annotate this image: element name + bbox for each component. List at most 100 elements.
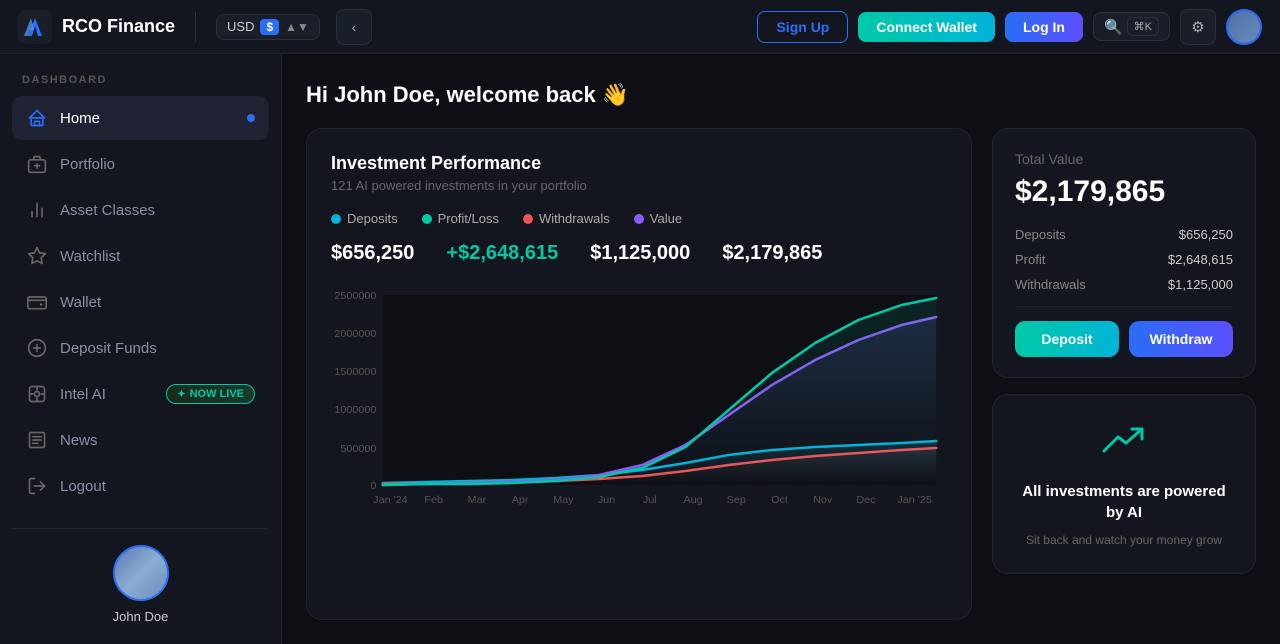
stat-value-total: $2,179,865 xyxy=(722,242,822,265)
watchlist-icon xyxy=(26,245,48,267)
sidebar-avatar xyxy=(113,545,169,601)
portfolio-icon xyxy=(26,153,48,175)
legend-label-withdrawals: Withdrawals xyxy=(539,211,610,226)
news-icon xyxy=(26,429,48,451)
svg-text:Jan '24: Jan '24 xyxy=(373,495,408,506)
legend-deposits: Deposits xyxy=(331,211,398,226)
header-right: Sign Up Connect Wallet Log In 🔍 ⌘K ⚙ xyxy=(757,9,1262,45)
legend-label-value: Value xyxy=(650,211,682,226)
sidebar-user: John Doe xyxy=(12,528,269,628)
settings-button[interactable]: ⚙ xyxy=(1180,9,1216,45)
sidebar-item-deposit-funds[interactable]: Deposit Funds xyxy=(12,326,269,370)
breakdown-withdrawals: Withdrawals $1,125,000 xyxy=(1015,277,1233,292)
divider xyxy=(1015,306,1233,307)
sidebar-item-portfolio[interactable]: Portfolio xyxy=(12,142,269,186)
sidebar-label-wallet: Wallet xyxy=(60,294,101,311)
svg-text:May: May xyxy=(553,495,574,506)
sidebar-item-wallet[interactable]: Wallet xyxy=(12,280,269,324)
logo-icon xyxy=(18,10,52,44)
svg-text:Jul: Jul xyxy=(643,495,657,506)
ai-card-subtitle: Sit back and watch your money grow xyxy=(1026,531,1222,549)
stats-row: $656,250 +$2,648,615 $1,125,000 $2,179,8… xyxy=(331,242,947,265)
legend-dot-profit xyxy=(422,214,432,224)
svg-text:Jan '25: Jan '25 xyxy=(897,495,932,506)
login-button[interactable]: Log In xyxy=(1005,12,1083,42)
breakdown-deposits: Deposits $656,250 xyxy=(1015,227,1233,242)
stat-withdrawals: $1,125,000 xyxy=(590,242,690,265)
sidebar-label-watchlist: Watchlist xyxy=(60,248,120,265)
header-left: RCO Finance USD $ ▲▼ ‹ xyxy=(18,9,372,45)
sidebar-item-asset-classes[interactable]: Asset Classes xyxy=(12,188,269,232)
avatar-image xyxy=(1228,11,1260,43)
investment-card-title: Investment Performance xyxy=(331,153,947,174)
breakdown-value-profit: $2,648,615 xyxy=(1168,252,1233,267)
sidebar-item-intel-ai[interactable]: Intel AI ✦ NOW LIVE xyxy=(12,372,269,416)
svg-text:Mar: Mar xyxy=(468,495,487,506)
svg-text:Jun: Jun xyxy=(598,495,616,506)
sidebar-label-home: Home xyxy=(60,110,100,127)
header-divider xyxy=(195,12,196,42)
investment-card-subtitle: 121 AI powered investments in your portf… xyxy=(331,178,947,193)
breakdown-value-withdrawals: $1,125,000 xyxy=(1168,277,1233,292)
currency-badge: $ xyxy=(260,19,279,35)
gear-icon: ⚙ xyxy=(1191,18,1204,36)
legend-row: Deposits Profit/Loss Withdrawals Value xyxy=(331,211,947,226)
investment-card: Investment Performance 121 AI powered in… xyxy=(306,128,972,620)
withdraw-button[interactable]: Withdraw xyxy=(1129,321,1233,357)
chart-container: 2500000 2000000 1500000 1000000 500000 0 xyxy=(331,285,947,515)
currency-label: USD xyxy=(227,19,254,34)
legend-dot-value xyxy=(634,214,644,224)
search-icon: 🔍 xyxy=(1104,18,1123,36)
search-button[interactable]: 🔍 ⌘K xyxy=(1093,12,1170,41)
sidebar-label-asset-classes: Asset Classes xyxy=(60,202,155,219)
ai-powered-card: All investments are powered by AI Sit ba… xyxy=(992,394,1256,574)
now-live-badge: ✦ NOW LIVE xyxy=(166,384,255,404)
legend-value: Value xyxy=(634,211,682,226)
ai-card-title: All investments are powered by AI xyxy=(1015,481,1233,523)
sidebar-label-portfolio: Portfolio xyxy=(60,156,115,173)
breakdown-label-withdrawals: Withdrawals xyxy=(1015,277,1086,292)
user-avatar[interactable] xyxy=(1226,9,1262,45)
chevron-down-icon: ▲▼ xyxy=(285,20,309,34)
sidebar-item-home[interactable]: Home xyxy=(12,96,269,140)
sidebar-label-news: News xyxy=(60,432,98,449)
deposit-button[interactable]: Deposit xyxy=(1015,321,1119,357)
sidebar-label-intel-ai: Intel AI xyxy=(60,386,106,403)
stat-profit: +$2,648,615 xyxy=(446,242,558,265)
stat-value-deposits: $656,250 xyxy=(331,242,414,265)
svg-text:Aug: Aug xyxy=(683,495,702,506)
sidebar-item-logout[interactable]: Logout xyxy=(12,464,269,508)
svg-text:Apr: Apr xyxy=(512,495,529,506)
intel-ai-icon xyxy=(26,383,48,405)
back-button[interactable]: ‹ xyxy=(336,9,372,45)
stat-deposits: $656,250 xyxy=(331,242,414,265)
signup-button[interactable]: Sign Up xyxy=(757,11,848,43)
legend-profit: Profit/Loss xyxy=(422,211,499,226)
sidebar-username: John Doe xyxy=(113,609,169,624)
total-value-label: Total Value xyxy=(1015,151,1233,167)
active-indicator xyxy=(247,114,255,122)
svg-text:Sep: Sep xyxy=(727,495,746,506)
breakdown-label-profit: Profit xyxy=(1015,252,1045,267)
legend-dot-deposits xyxy=(331,214,341,224)
legend-label-deposits: Deposits xyxy=(347,211,398,226)
header: RCO Finance USD $ ▲▼ ‹ Sign Up Connect W… xyxy=(0,0,1280,54)
trending-up-icon xyxy=(1102,423,1146,467)
breakdown-label-deposits: Deposits xyxy=(1015,227,1066,242)
sidebar-avatar-image xyxy=(115,547,167,599)
legend-withdrawals: Withdrawals xyxy=(523,211,610,226)
connect-wallet-button[interactable]: Connect Wallet xyxy=(858,12,995,42)
sidebar-section-label: DASHBOARD xyxy=(12,74,269,96)
right-panel: Total Value $2,179,865 Deposits $656,250… xyxy=(992,128,1256,620)
total-value-card: Total Value $2,179,865 Deposits $656,250… xyxy=(992,128,1256,378)
sidebar-item-watchlist[interactable]: Watchlist xyxy=(12,234,269,278)
asset-classes-icon xyxy=(26,199,48,221)
bottom-row: Investment Performance 121 AI powered in… xyxy=(306,128,1256,620)
currency-selector[interactable]: USD $ ▲▼ xyxy=(216,14,320,40)
live-icon: ✦ xyxy=(177,389,185,400)
deposit-funds-icon xyxy=(26,337,48,359)
svg-text:Oct: Oct xyxy=(771,495,788,506)
sidebar-item-news[interactable]: News xyxy=(12,418,269,462)
stat-value-withdrawals: $1,125,000 xyxy=(590,242,690,265)
home-icon xyxy=(26,107,48,129)
